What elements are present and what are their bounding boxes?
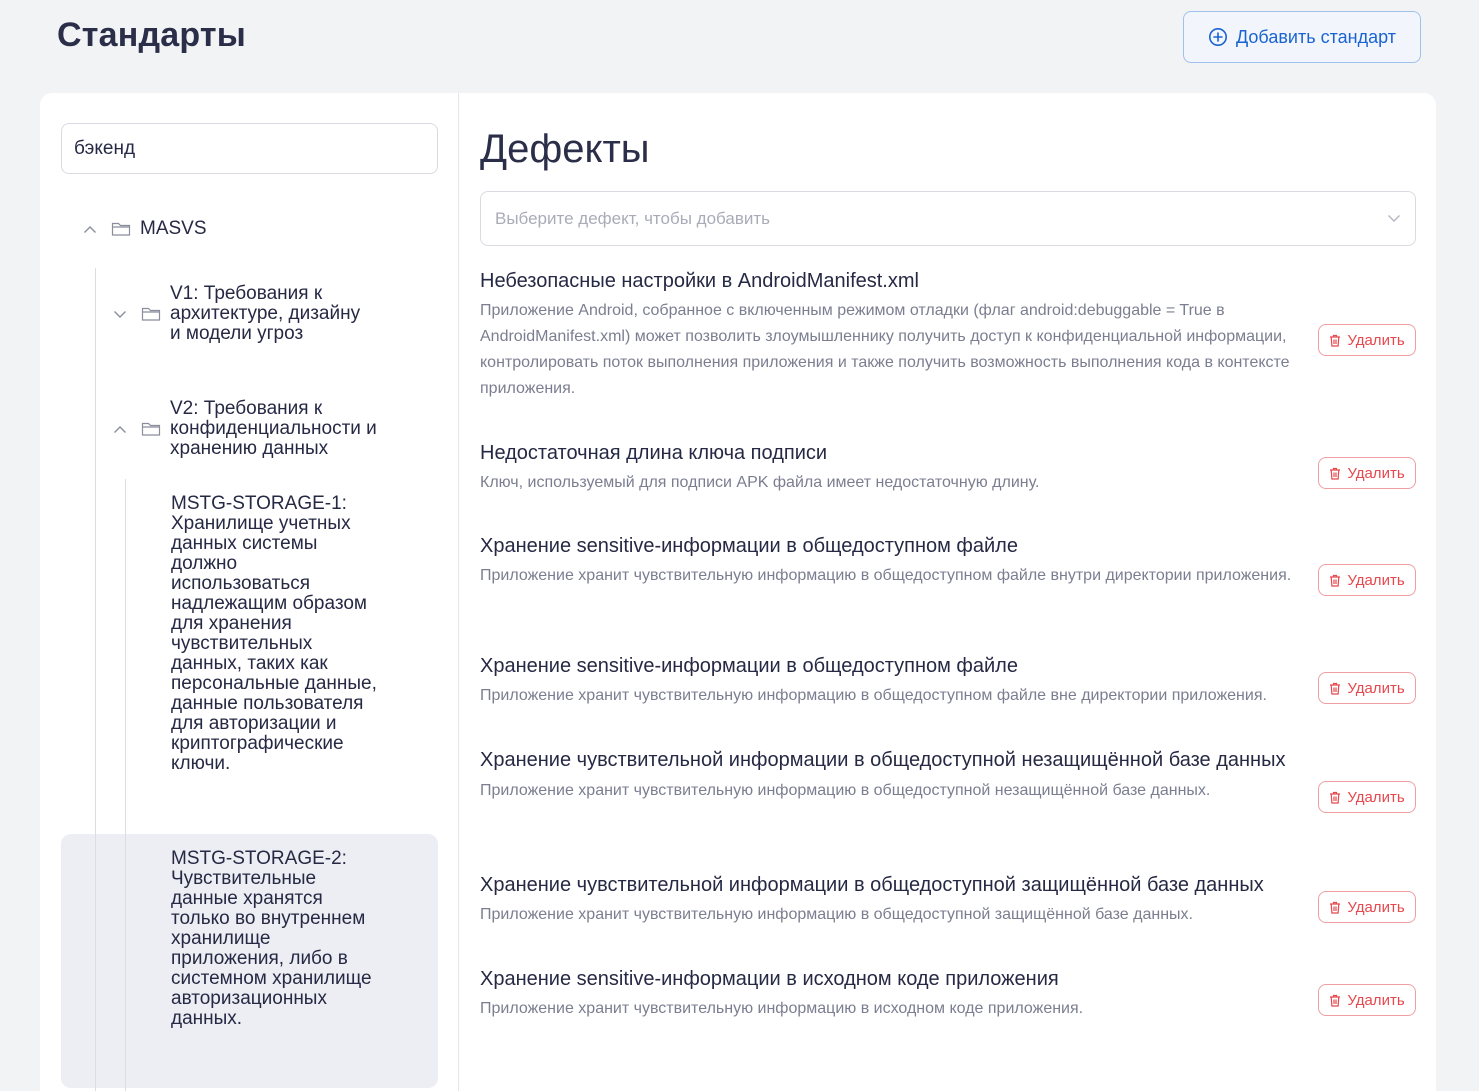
delete-defect-button[interactable]: Удалить [1318,891,1416,923]
chevron-down-icon[interactable] [112,306,128,322]
delete-label: Удалить [1347,331,1405,349]
defect-title: Хранение sensitive-информации в общедост… [480,655,1018,677]
defect-description: Приложение Android, собранное с включенн… [480,302,1290,397]
defect-title: Хранение чувствительной информации в общ… [480,874,1264,896]
add-standard-label: Добавить стандарт [1236,26,1396,47]
trash-icon [1330,467,1341,480]
tree-node-v1[interactable]: V1: Требования к архитектуре, дизайну и … [112,284,375,344]
tree-node-storage-1[interactable]: MSTG-STORAGE-1: Хранилище учетных данных… [171,494,381,774]
defects-panel: Дефекты Выберите дефект, чтобы добавить … [480,93,1416,1091]
tree-label-storage-1: MSTG-STORAGE-1: Хранилище учетных данных… [171,493,377,774]
delete-defect-button[interactable]: Удалить [1318,324,1416,356]
tree-node-masvs[interactable]: MASVS [82,219,207,239]
defect-description: Приложение хранит чувствительную информа… [480,1000,1084,1017]
trash-icon [1330,994,1341,1007]
trash-icon [1330,574,1341,587]
defect-description: Приложение хранит чувствительную информа… [480,687,1267,704]
delete-label: Удалить [1347,571,1405,589]
folder-icon [140,305,162,323]
tree-guide-line [95,268,96,1091]
defect-title: Небезопасные настройки в AndroidManifest… [480,270,919,292]
standards-sidebar: MASVS V1: Требования к архитектуре, диза… [40,93,459,1091]
delete-defect-button[interactable]: Удалить [1318,672,1416,704]
tree-node-v2[interactable]: V2: Требования к конфиденциальности и хр… [112,399,385,459]
chevron-up-icon[interactable] [82,221,98,237]
add-standard-button[interactable]: Добавить стандарт [1183,11,1421,63]
defect-item: Хранение чувствительной информации в общ… [480,745,1416,813]
delete-label: Удалить [1347,898,1405,916]
tree-label-masvs: MASVS [140,218,207,239]
delete-defect-button[interactable]: Удалить [1318,457,1416,489]
search-input[interactable] [61,123,438,174]
folder-icon [140,420,162,438]
defect-title: Хранение sensitive-информации в общедост… [480,535,1018,557]
delete-label: Удалить [1347,788,1405,806]
trash-icon [1330,901,1341,914]
defect-description: Приложение хранит чувствительную информа… [480,906,1193,923]
defect-item: Хранение чувствительной информации в общ… [480,870,1416,928]
defect-select[interactable]: Выберите дефект, чтобы добавить [480,191,1416,246]
defect-description: Приложение хранит чувствительную информа… [480,567,1292,584]
page-title: Стандарты [57,16,246,54]
chevron-up-icon[interactable] [112,421,128,437]
tree-label-storage-2: MSTG-STORAGE-2: Чувствительные данные хр… [171,848,372,1029]
defect-item: Небезопасные настройки в AndroidManifest… [480,266,1416,402]
trash-icon [1330,334,1341,347]
delete-label: Удалить [1347,679,1405,697]
delete-defect-button[interactable]: Удалить [1318,984,1416,1016]
delete-defect-button[interactable]: Удалить [1318,781,1416,813]
defect-description: Приложение хранит чувствительную информа… [480,782,1211,799]
defect-title: Недостаточная длина ключа подписи [480,442,828,464]
defect-item: Хранение sensitive-информации в общедост… [480,651,1416,709]
tree-label-v2: V2: Требования к конфиденциальности и хр… [170,398,377,459]
folder-icon [110,220,132,238]
plus-circle-icon [1209,28,1228,46]
delete-label: Удалить [1347,464,1405,482]
delete-label: Удалить [1347,991,1405,1009]
defects-title: Дефекты [480,127,650,171]
defect-item: Недостаточная длина ключа подписи Ключ, … [480,438,1416,496]
defect-title: Хранение sensitive-информации в исходном… [480,968,1059,990]
tree-node-storage-2[interactable]: MSTG-STORAGE-2: Чувствительные данные хр… [171,849,381,1029]
trash-icon [1330,682,1341,695]
defect-description: Ключ, используемый для подписи APK файла… [480,474,1040,491]
standards-card: MASVS V1: Требования к архитектуре, диза… [40,93,1436,1091]
defect-item: Хранение sensitive-информации в исходном… [480,964,1416,1022]
tree-label-v1: V1: Требования к архитектуре, дизайну и … [170,283,361,344]
tree-guide-line [125,479,126,1091]
defect-title: Хранение чувствительной информации в общ… [480,749,1286,771]
trash-icon [1330,791,1341,804]
defect-select-placeholder: Выберите дефект, чтобы добавить [495,208,771,228]
chevron-down-icon [1388,215,1400,222]
defect-item: Хранение sensitive-информации в общедост… [480,531,1416,596]
delete-defect-button[interactable]: Удалить [1318,564,1416,596]
